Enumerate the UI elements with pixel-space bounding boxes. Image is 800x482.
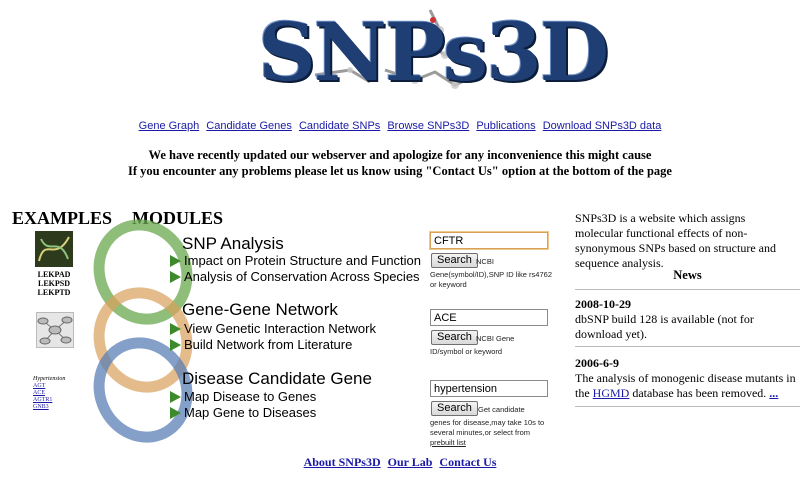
example-lek-list: LEKPAD LEKPSD LEKPTD bbox=[30, 270, 78, 297]
news-divider bbox=[575, 289, 800, 290]
module-disease-item-2[interactable]: Map Gene to Diseases bbox=[170, 405, 316, 420]
disease-search-input[interactable]: hypertension bbox=[430, 380, 548, 397]
example-hypertension[interactable]: Hypertension AGT ACE AGTR1 GNB3 bbox=[33, 376, 78, 411]
notice-line-2: If you encounter any problems please let… bbox=[127, 164, 672, 178]
disease-search-hint: genes for disease,may take 10s to severa… bbox=[430, 418, 545, 437]
example-lekpad[interactable]: LEKPAD bbox=[30, 270, 78, 279]
snp-search-input[interactable]: CFTR bbox=[430, 232, 548, 249]
arrow-icon bbox=[170, 338, 181, 351]
disease-search-suffix: Get candidate bbox=[478, 405, 525, 414]
news-text-1: dbSNP build 128 is available (not for do… bbox=[575, 312, 754, 341]
disease-search-button[interactable]: Search bbox=[431, 401, 478, 416]
nav-publications[interactable]: Publications bbox=[476, 120, 535, 132]
snp-search-suffix: NCBI bbox=[476, 257, 494, 266]
example-network-thumbnail[interactable] bbox=[36, 312, 74, 348]
footer-our-lab-link[interactable]: Our Lab bbox=[388, 455, 433, 469]
news-divider bbox=[575, 406, 800, 407]
footer-contact-us-link[interactable]: Contact Us bbox=[439, 455, 496, 469]
notice-line-1: We have recently updated our webserver a… bbox=[148, 148, 652, 162]
network-search-button[interactable]: Search bbox=[431, 330, 478, 345]
example-lekptd[interactable]: LEKPTD bbox=[30, 288, 78, 297]
nav-gene-graph[interactable]: Gene Graph bbox=[139, 120, 200, 132]
gene-agt[interactable]: AGT bbox=[33, 383, 78, 390]
arrow-icon bbox=[170, 254, 181, 267]
news-date-2: 2006-6-9 bbox=[575, 356, 619, 370]
example-lekpsd[interactable]: LEKPSD bbox=[30, 279, 78, 288]
example-snp-thumbnail[interactable] bbox=[35, 231, 73, 267]
news-divider bbox=[575, 346, 800, 347]
gene-agtr1[interactable]: AGTR1 bbox=[33, 397, 78, 404]
news-date-1: 2008-10-29 bbox=[575, 297, 631, 311]
hgmd-link[interactable]: HGMD bbox=[593, 386, 630, 400]
footer-about-link[interactable]: About SNPs3D bbox=[304, 455, 381, 469]
arrow-icon bbox=[170, 322, 181, 335]
network-graph-icon bbox=[37, 316, 73, 345]
network-search-hint: ID/symbol or keyword bbox=[430, 347, 503, 356]
hypertension-title: Hypertension bbox=[33, 376, 66, 382]
module-network-item-2[interactable]: Build Network from Literature bbox=[170, 337, 352, 352]
prebuilt-list-link[interactable]: prebuilt list bbox=[430, 438, 466, 448]
gene-gnb3[interactable]: GNB3 bbox=[33, 404, 78, 411]
snp-search-button[interactable]: Search bbox=[431, 253, 478, 268]
arrow-icon bbox=[170, 390, 181, 403]
nav-browse-snps3d[interactable]: Browse SNPs3D bbox=[387, 120, 469, 132]
news-heading: News bbox=[673, 268, 702, 282]
nav-candidate-genes[interactable]: Candidate Genes bbox=[206, 120, 292, 132]
arrow-icon bbox=[170, 406, 181, 419]
module-disease-gene-title[interactable]: Disease Candidate Gene bbox=[182, 369, 372, 389]
module-snp-item-1[interactable]: Impact on Protein Structure and Function bbox=[170, 253, 421, 268]
module-network-item-1[interactable]: View Genetic Interaction Network bbox=[170, 321, 376, 336]
module-snp-item-2[interactable]: Analysis of Conservation Across Species bbox=[170, 269, 420, 284]
news-text-2: The analysis of monogenic disease mutant… bbox=[575, 371, 796, 400]
top-nav: Gene Graph Candidate Genes Candidate SNP… bbox=[0, 120, 800, 132]
network-search-suffix: NCBI Gene bbox=[476, 334, 515, 343]
logo-title: SNPs3D bbox=[258, 5, 609, 99]
nav-candidate-snps[interactable]: Candidate SNPs bbox=[299, 120, 380, 132]
arrow-icon bbox=[170, 270, 181, 283]
module-snp-analysis-title[interactable]: SNP Analysis bbox=[182, 234, 284, 254]
site-intro: SNPs3D is a website which assigns molecu… bbox=[575, 211, 776, 270]
nav-download-data[interactable]: Download SNPs3D data bbox=[543, 120, 662, 132]
gene-ace[interactable]: ACE bbox=[33, 390, 78, 397]
protein-structure-icon bbox=[38, 236, 70, 262]
module-disease-item-1[interactable]: Map Disease to Genes bbox=[170, 389, 316, 404]
snp-search-hint: Gene(symbol/ID),SNP ID like rs4762 or ke… bbox=[430, 270, 552, 289]
footer-nav: About SNPs3D Our Lab Contact Us bbox=[0, 455, 800, 470]
module-gene-network-title[interactable]: Gene-Gene Network bbox=[182, 300, 338, 320]
network-search-input[interactable]: ACE bbox=[430, 309, 548, 326]
news-more-link[interactable]: ... bbox=[769, 386, 778, 400]
